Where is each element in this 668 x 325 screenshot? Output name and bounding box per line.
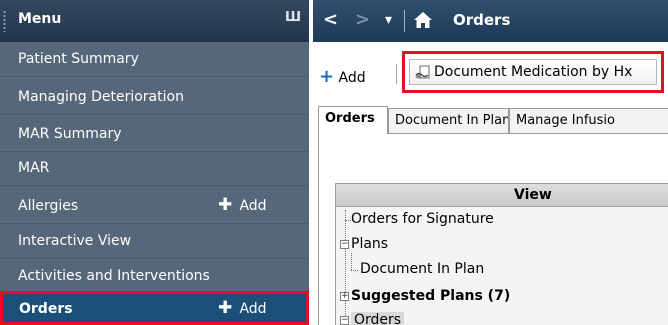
menu-item-patient-summary[interactable]: Patient Summary — [0, 42, 309, 77]
plus-icon: ✚ — [218, 195, 233, 215]
menu-item-managing-deterioration[interactable]: Managing Deterioration — [0, 80, 309, 115]
menu-item-mar-summary[interactable]: MAR Summary — [0, 117, 309, 152]
menu-item-label: Interactive View — [18, 233, 132, 249]
document-medication-label: Document Medication by Hx — [434, 64, 633, 80]
menu-item-activities-interventions[interactable]: Activities and Interventions — [0, 259, 309, 294]
expand-icon[interactable]: + — [340, 292, 349, 301]
view-tree-panel: View Orders for Signature − Plans Docume… — [335, 183, 668, 325]
tree-item-label: Document In Plan — [360, 261, 485, 277]
tree-connector — [351, 270, 358, 271]
menu-item-label: Orders — [19, 301, 73, 317]
drag-grip-icon[interactable] — [3, 10, 6, 32]
tab-label: Manage Infusio — [516, 113, 615, 128]
add-order-label: Add — [338, 70, 366, 86]
view-tree-header: View — [336, 183, 668, 207]
page-title: Orders — [453, 11, 511, 29]
tab-document-in-plan[interactable]: Document In Plan — [388, 108, 509, 133]
tree-item-label: Orders — [354, 312, 402, 325]
tree-item-orders-for-signature[interactable]: Orders for Signature — [351, 211, 494, 227]
tree-item-suggested-plans[interactable]: Suggested Plans (7) — [351, 288, 510, 304]
back-arrow-icon[interactable]: < — [323, 9, 338, 30]
add-label: Add — [239, 198, 267, 214]
menu-item-label: MAR Summary — [18, 126, 122, 142]
document-medication-button[interactable]: Document Medication by Hx — [409, 59, 657, 85]
tree-connector — [351, 253, 352, 270]
page-header: < > ▾ Orders — [313, 0, 668, 42]
orders-tab-strip: Orders Document In Plan Manage Infusio — [318, 106, 668, 135]
menu-item-mar[interactable]: MAR — [0, 151, 309, 186]
tree-item-label: Plans — [351, 236, 389, 252]
tree-connector — [345, 210, 346, 320]
menu-item-label: Managing Deterioration — [18, 89, 184, 105]
document-medication-highlight: Document Medication by Hx — [402, 51, 664, 93]
menu-panel: Menu Ш Patient Summary Managing Deterior… — [0, 0, 309, 325]
view-tree-title: View — [514, 187, 552, 203]
forward-arrow-icon[interactable]: > — [355, 9, 370, 30]
tab-label: Document In Plan — [395, 113, 509, 128]
tree-item-plans[interactable]: Plans — [351, 236, 388, 252]
tree-item-document-in-plan[interactable]: Document In Plan — [360, 261, 484, 277]
menu-item-label: MAR — [18, 160, 50, 176]
menu-title: Menu — [18, 11, 62, 27]
menu-item-label: Activities and Interventions — [18, 268, 210, 284]
tree-item-label: Suggested Plans (7) — [351, 288, 511, 304]
tab-label: Orders — [325, 111, 375, 126]
tab-manage-infusion[interactable]: Manage Infusio — [509, 108, 668, 133]
home-icon[interactable] — [413, 11, 433, 33]
document-medication-icon — [414, 63, 432, 85]
menu-item-orders[interactable]: Orders ✚ Add — [0, 291, 309, 325]
plus-icon: + — [319, 66, 335, 87]
menu-item-label: Patient Summary — [18, 51, 139, 67]
add-order-button[interactable]: + Add — [319, 66, 366, 87]
header-divider — [404, 10, 405, 32]
menu-item-label: Allergies — [18, 198, 79, 214]
history-dropdown-icon[interactable]: ▾ — [385, 12, 392, 28]
collapse-icon[interactable]: − — [340, 316, 349, 325]
add-label: Add — [239, 301, 267, 317]
toolbar-divider — [396, 64, 397, 84]
plus-icon: ✚ — [218, 298, 233, 318]
menu-header: Menu Ш — [0, 0, 309, 42]
orders-toolbar: + Add Document Medication by Hx — [313, 42, 668, 104]
tree-item-orders[interactable]: Orders — [351, 312, 405, 325]
allergies-add-button[interactable]: ✚ Add — [218, 195, 267, 215]
orders-add-button[interactable]: ✚ Add — [218, 298, 267, 318]
menu-item-interactive-view[interactable]: Interactive View — [0, 224, 309, 259]
collapse-icon[interactable]: − — [340, 240, 349, 249]
tree-item-label: Orders for Signature — [351, 211, 494, 227]
pin-icon[interactable]: Ш — [285, 10, 301, 25]
menu-item-allergies[interactable]: Allergies ✚ Add — [0, 189, 309, 224]
tab-orders[interactable]: Orders — [318, 106, 388, 135]
